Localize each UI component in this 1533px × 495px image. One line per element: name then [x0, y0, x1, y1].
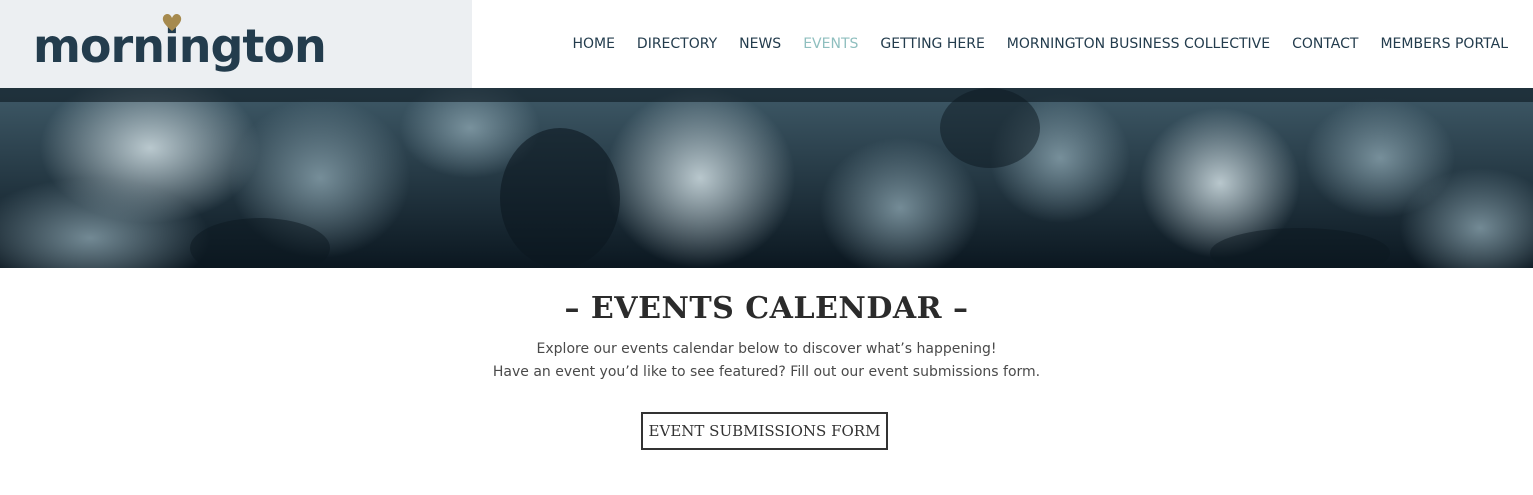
nav-item-directory[interactable]: DIRECTORY: [637, 36, 717, 52]
logo-area: mornington: [0, 0, 472, 88]
heart-icon: [162, 13, 182, 32]
nav-item-members-portal[interactable]: MEMBERS PORTAL: [1380, 36, 1508, 52]
nav-item-news[interactable]: NEWS: [739, 36, 781, 52]
intro-line-2: Have an event you’d like to see featured…: [492, 364, 1041, 380]
page-title: – EVENTS CALENDAR –: [564, 291, 969, 326]
intro-line-1: Explore our events calendar below to dis…: [536, 341, 997, 357]
intro-text: Explore our events calendar below to dis…: [0, 338, 1533, 384]
hero-banner: [0, 88, 1533, 268]
nav-item-getting-here[interactable]: GETTING HERE: [880, 36, 984, 52]
events-intro-section: – EVENTS CALENDAR – Explore our events c…: [0, 268, 1533, 495]
nav-item-events[interactable]: EVENTS: [803, 36, 858, 52]
hero-crowd-image: [0, 88, 1533, 268]
nav-item-business-collective[interactable]: MORNINGTON BUSINESS COLLECTIVE: [1007, 36, 1270, 52]
nav-item-home[interactable]: HOME: [572, 36, 614, 52]
main-nav: HOME DIRECTORY NEWS EVENTS GETTING HERE …: [572, 0, 1508, 88]
nav-item-contact[interactable]: CONTACT: [1292, 36, 1358, 52]
site-header: mornington HOME DIRECTORY NEWS EVENTS GE…: [0, 0, 1533, 88]
event-submissions-form-button[interactable]: EVENT SUBMISSIONS FORM: [641, 412, 888, 450]
